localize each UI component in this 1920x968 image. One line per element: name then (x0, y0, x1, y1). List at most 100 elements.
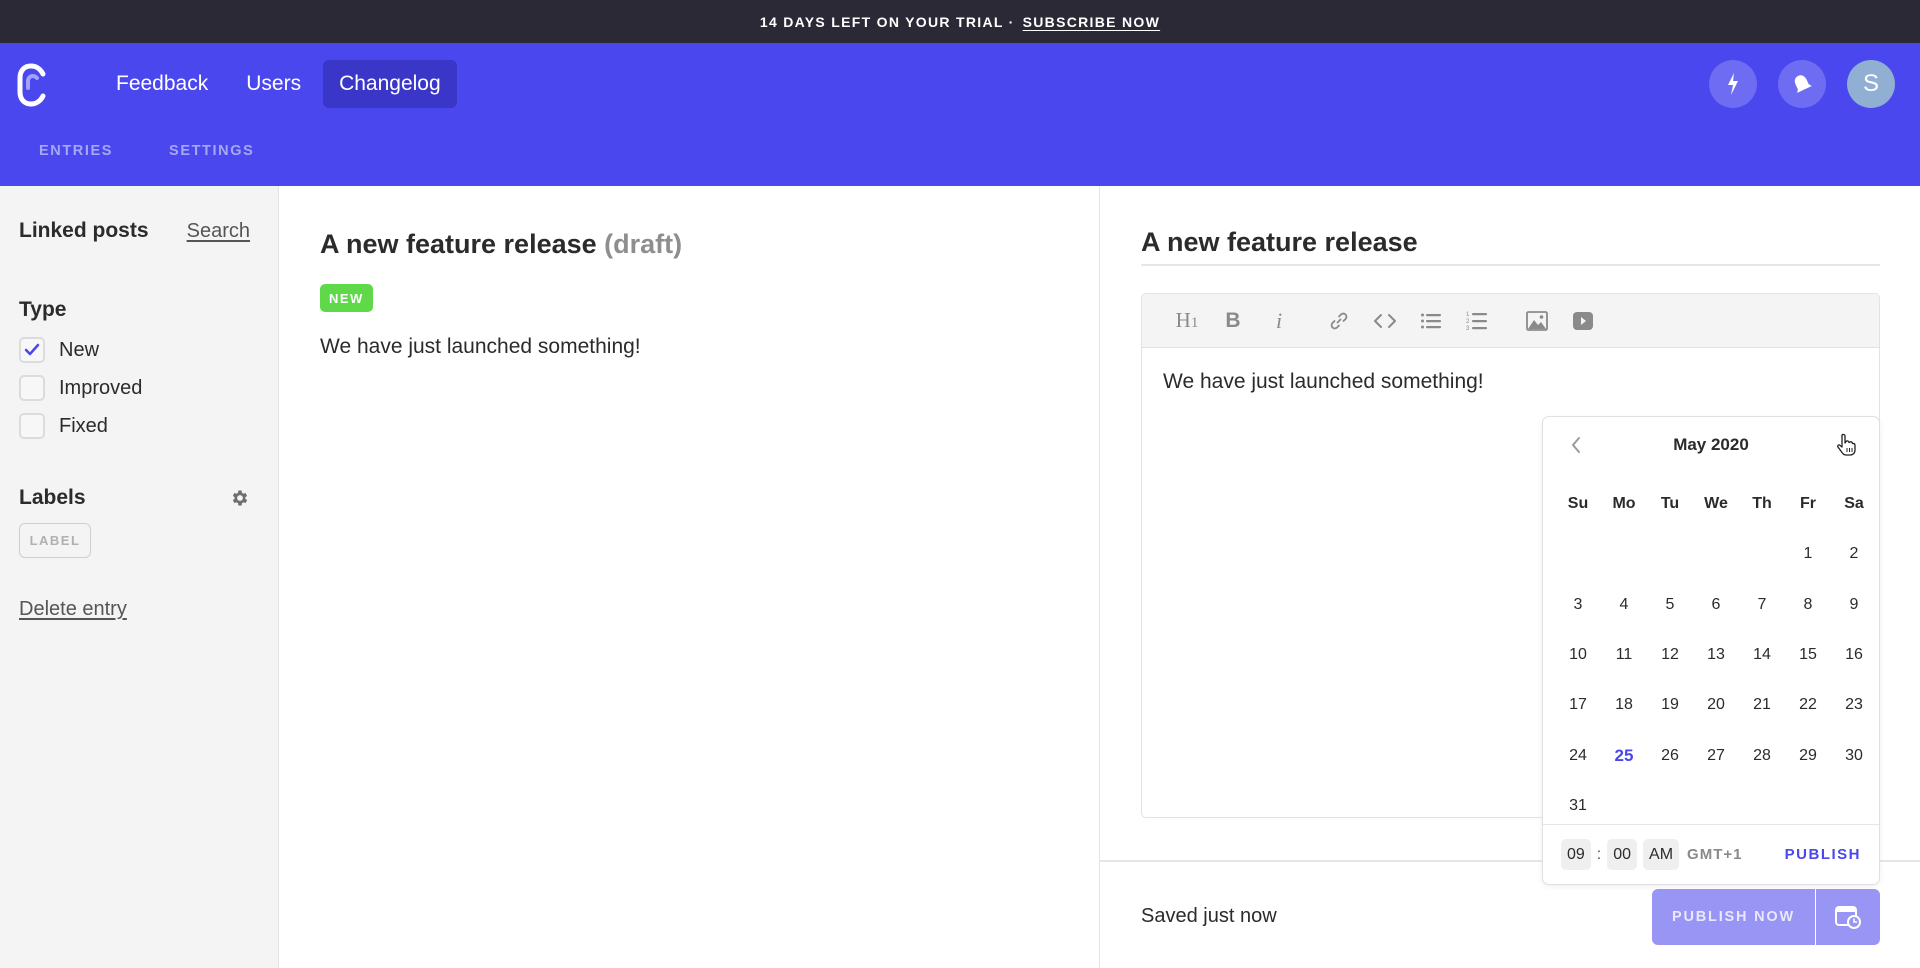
nav-changelog[interactable]: Changelog (323, 60, 457, 108)
checkbox-fixed[interactable] (19, 413, 45, 439)
linked-posts-row: Linked posts Search (19, 219, 250, 243)
numbered-list-button[interactable]: 1 2 3 (1454, 301, 1500, 341)
calendar-day[interactable]: 13 (1693, 630, 1739, 680)
weekday-header: Th (1752, 495, 1772, 513)
image-button[interactable] (1514, 301, 1560, 341)
link-button[interactable] (1316, 301, 1362, 341)
calendar-day[interactable]: 8 (1785, 580, 1831, 630)
calendar-day[interactable]: 30 (1831, 730, 1877, 780)
calendar-day[interactable]: 6 (1693, 580, 1739, 630)
draft-status: (draft) (604, 229, 683, 259)
bold-button[interactable]: B (1210, 301, 1256, 341)
code-button[interactable] (1362, 301, 1408, 341)
lightning-button[interactable] (1709, 60, 1757, 108)
publish-now-button[interactable]: PUBLISH NOW (1652, 889, 1815, 945)
type-option-fixed[interactable]: Fixed (19, 413, 108, 439)
type-option-improved[interactable]: Improved (19, 375, 142, 401)
canny-logo-icon[interactable] (16, 63, 50, 107)
checkbox-improved[interactable] (19, 375, 45, 401)
calendar-day[interactable]: 5 (1647, 580, 1693, 630)
calendar-day[interactable]: 16 (1831, 630, 1877, 680)
schedule-button[interactable] (1816, 889, 1880, 945)
preview-title: A new feature release (draft) (320, 229, 682, 260)
type-heading: Type (19, 298, 67, 321)
video-button[interactable] (1560, 301, 1606, 341)
calendar-day[interactable]: 18 (1601, 680, 1647, 730)
calendar-day[interactable]: 21 (1739, 680, 1785, 730)
calendar-day[interactable]: 12 (1647, 630, 1693, 680)
gear-icon[interactable] (230, 488, 250, 508)
schedule-publish-button[interactable]: PUBLISH (1785, 846, 1861, 863)
nav-users[interactable]: Users (230, 60, 317, 108)
weekday-header: Mo (1612, 495, 1636, 513)
calendar-day[interactable]: 7 (1739, 580, 1785, 630)
calendar-grid: Su Mo Tu We Th Fr Sa 1 2 3 4 5 6 7 8 9 10 11 12 13 14 15 16 17 1… (1555, 479, 1877, 831)
code-icon (1374, 313, 1396, 328)
italic-button[interactable]: i (1256, 301, 1302, 341)
calendar-day[interactable]: 2 (1831, 529, 1877, 579)
labels-heading: Labels (19, 486, 86, 509)
calendar-day[interactable]: 29 (1785, 730, 1831, 780)
video-icon (1573, 311, 1593, 330)
calendar-day[interactable]: 27 (1693, 730, 1739, 780)
entry-preview: A new feature release (draft) NEW We hav… (279, 186, 1100, 968)
calendar-day[interactable]: 14 (1739, 630, 1785, 680)
calendar-day[interactable]: 22 (1785, 680, 1831, 730)
calendar-day[interactable]: 11 (1601, 630, 1647, 680)
empty-day-cell (1693, 529, 1739, 579)
weekday-header: We (1704, 495, 1728, 513)
notifications-button[interactable] (1778, 60, 1826, 108)
weekday-header: Fr (1800, 495, 1816, 513)
trial-banner: 14 DAYS LEFT ON YOUR TRIAL · SUBSCRIBE N… (0, 0, 1920, 43)
calendar-day[interactable]: 23 (1831, 680, 1877, 730)
numbered-list-icon: 1 2 3 (1466, 312, 1487, 332)
main-nav: Feedback Users Changelog (100, 60, 457, 108)
minute-field[interactable]: 00 (1607, 839, 1638, 870)
search-posts-link[interactable]: Search (187, 220, 250, 243)
calendar-day[interactable]: 4 (1601, 580, 1647, 630)
user-avatar[interactable]: S (1847, 60, 1895, 108)
empty-day-cell (1647, 529, 1693, 579)
subnav-settings[interactable]: SETTINGS (169, 143, 254, 159)
calendar-day[interactable]: 26 (1647, 730, 1693, 780)
am-pm-field[interactable]: AM (1643, 839, 1680, 870)
calendar-day[interactable]: 17 (1555, 680, 1601, 730)
svg-text:3: 3 (1466, 326, 1470, 332)
subscribe-now-link[interactable]: SUBSCRIBE NOW (1023, 14, 1160, 30)
type-badge-new: NEW (320, 284, 373, 312)
checkmark-icon (24, 343, 40, 356)
calendar-day[interactable]: 9 (1831, 580, 1877, 630)
hour-field[interactable]: 09 (1561, 839, 1591, 870)
heading-button[interactable]: H1 (1164, 301, 1210, 341)
calendar-day-selected[interactable]: 25 (1601, 730, 1647, 780)
subnav-entries[interactable]: ENTRIES (39, 143, 113, 159)
bullet-list-button[interactable] (1408, 301, 1454, 341)
editor-toolbar: H1 B i 1 2 3 (1142, 294, 1879, 348)
calendar-day[interactable]: 28 (1739, 730, 1785, 780)
previous-month-button[interactable] (1561, 430, 1591, 460)
checkbox-new[interactable] (19, 337, 45, 363)
add-label-chip[interactable]: LABEL (19, 523, 91, 558)
calendar-day[interactable]: 15 (1785, 630, 1831, 680)
nav-feedback[interactable]: Feedback (100, 60, 224, 108)
calendar-day[interactable]: 20 (1693, 680, 1739, 730)
calendar-header: May 2020 (1543, 417, 1879, 473)
entry-title-input[interactable] (1141, 221, 1880, 266)
delete-entry-link[interactable]: Delete entry (19, 598, 127, 621)
type-label-fixed: Fixed (59, 414, 108, 437)
linked-posts-heading: Linked posts (19, 219, 149, 242)
weekday-header: Su (1567, 495, 1589, 513)
svg-text:2: 2 (1466, 319, 1470, 325)
type-label-new: New (59, 338, 100, 361)
bold-icon: B (1225, 308, 1241, 332)
type-option-new[interactable]: New (19, 337, 99, 363)
calendar-day[interactable]: 1 (1785, 529, 1831, 579)
calendar-month-label: May 2020 (1673, 435, 1749, 454)
next-month-button[interactable] (1831, 430, 1861, 460)
calendar-day[interactable]: 24 (1555, 730, 1601, 780)
calendar-day[interactable]: 3 (1555, 580, 1601, 630)
calendar-day[interactable]: 19 (1647, 680, 1693, 730)
editor-content[interactable]: We have just launched something! (1142, 348, 1879, 416)
save-status: Saved just now (1141, 905, 1277, 927)
calendar-day[interactable]: 10 (1555, 630, 1601, 680)
